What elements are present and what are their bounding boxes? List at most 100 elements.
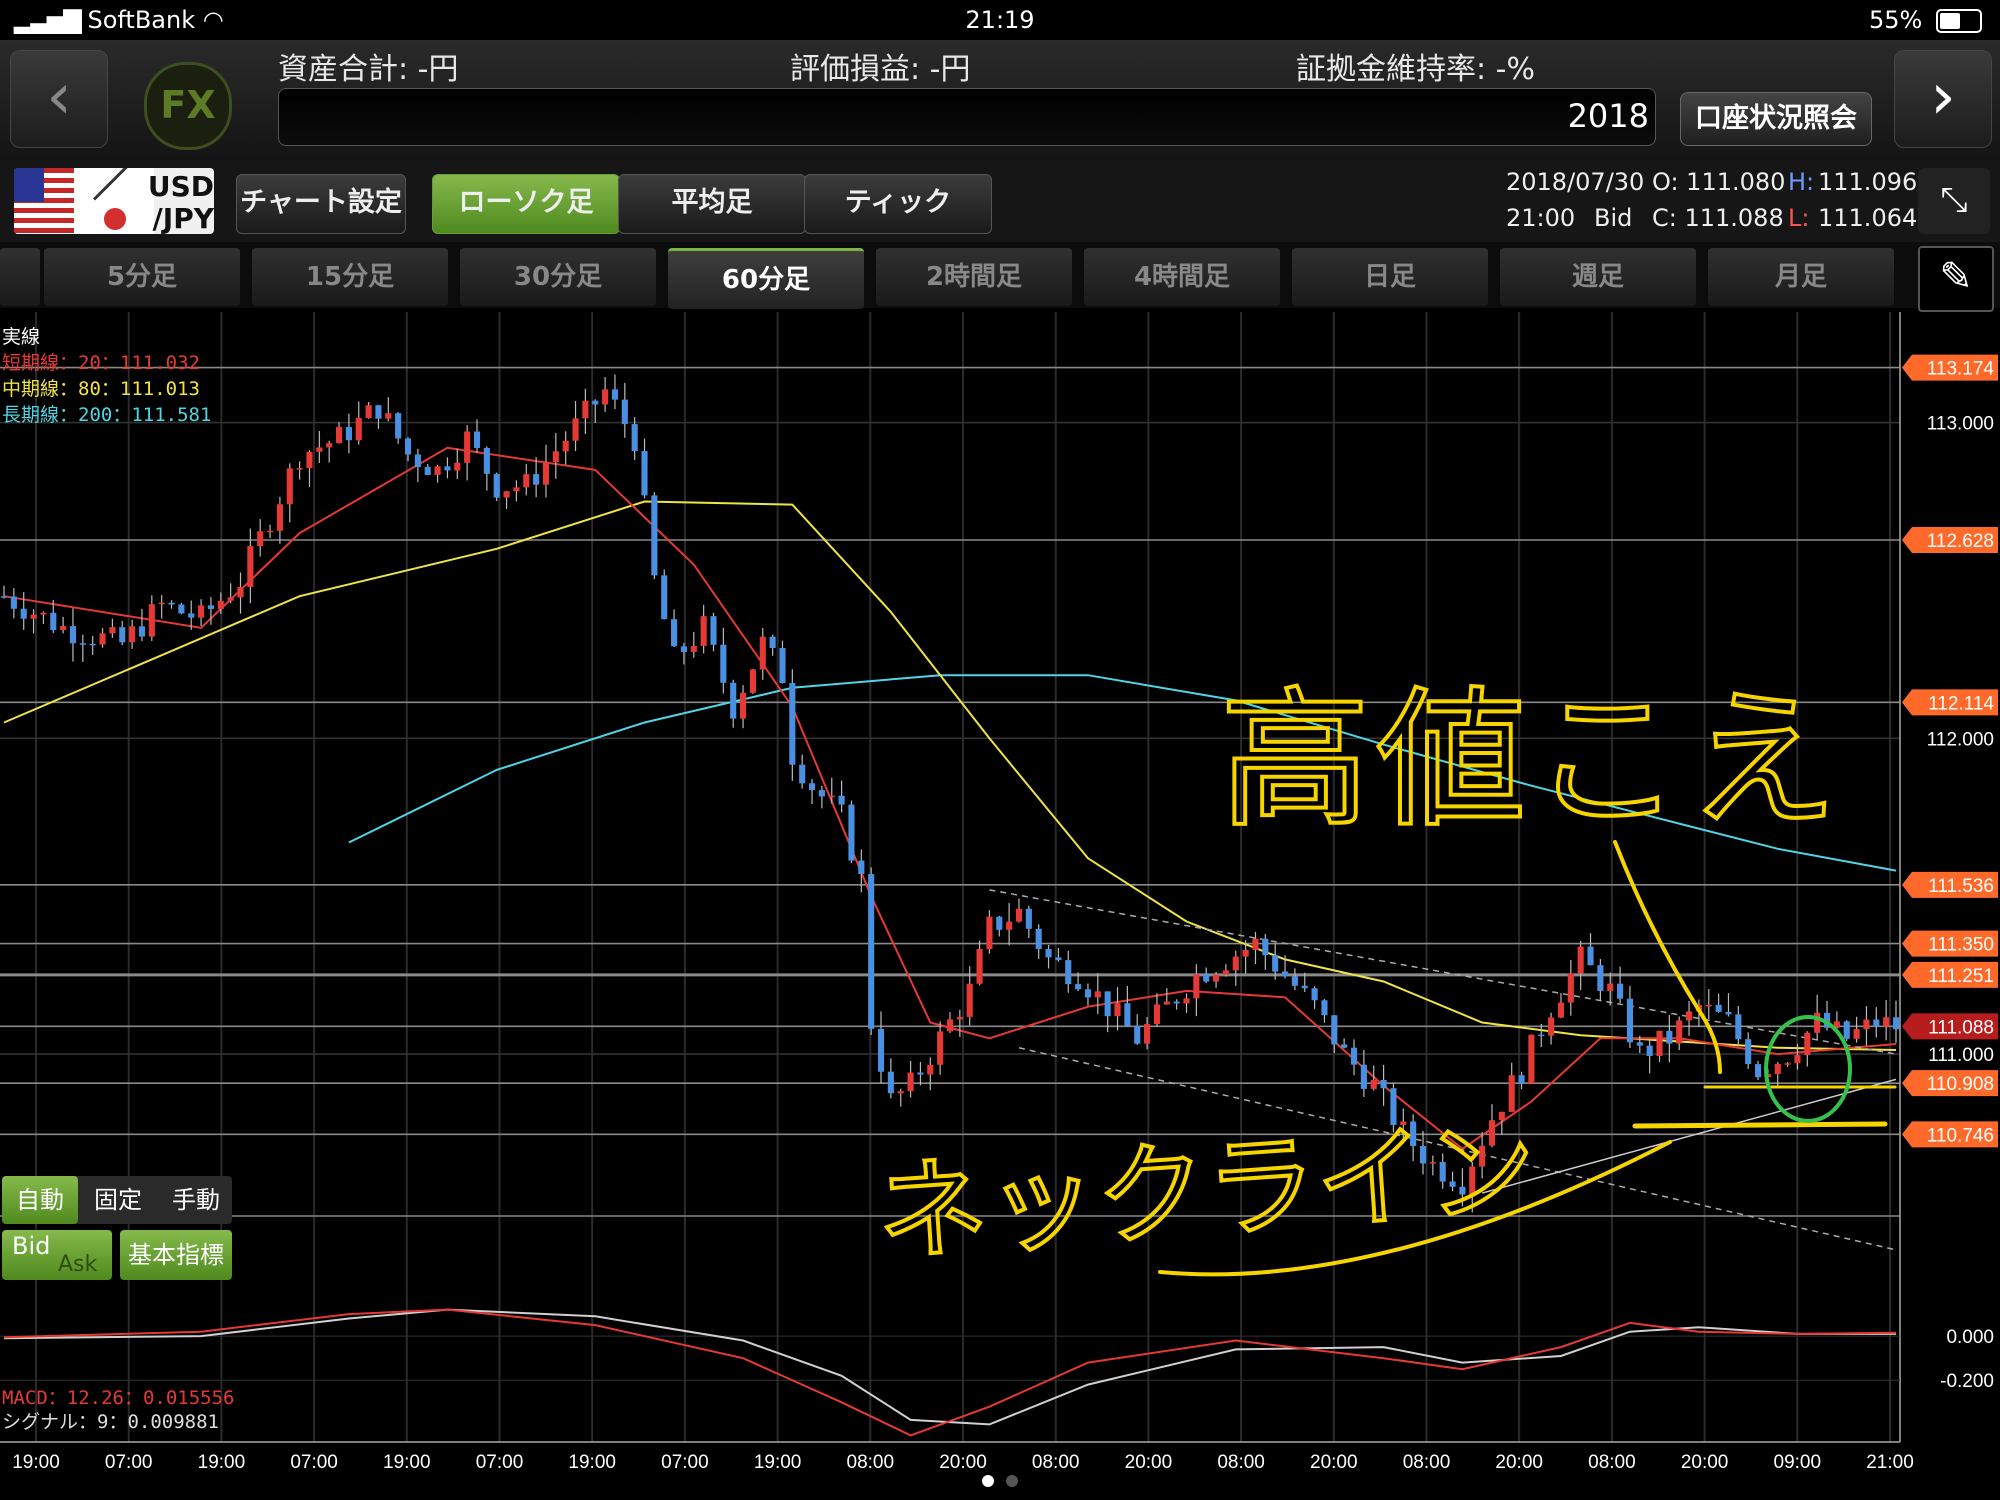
time-label: 19:00 [12,1452,60,1473]
candle-body [503,491,510,498]
candle-body [1301,985,1308,989]
candle-body [1380,1079,1387,1089]
candle-body [99,633,106,645]
bid-label: Bid [12,1232,51,1260]
candle-body [1272,955,1279,972]
candle-body [1597,965,1604,991]
candle-body [1518,1075,1525,1084]
candle-body [1686,1011,1693,1021]
candle-body [1528,1034,1535,1084]
page-indicator [0,1472,2000,1500]
candle-body [1617,983,1624,999]
mode-auto[interactable]: 自動 [2,1176,78,1224]
fx-logo: FX [144,62,232,150]
candle-body [1607,983,1614,991]
currency-pair-selector[interactable]: USD /JPY [14,168,214,234]
mode-fixed[interactable]: 固定 [80,1176,156,1224]
candle-body [631,424,638,452]
mode-manual[interactable]: 手動 [158,1176,234,1224]
candle-body [50,612,57,631]
account-header: ‹ FX 資産合計: -円 評価損益: -円 証拠金維持率: -% 2018 口… [0,40,2000,160]
candle-body [848,804,855,861]
ma-legend: 実線 短期線：20：111.032 中期線：80：111.013 長期線：200… [2,324,211,428]
legend-short-label: 短期線：20 [2,352,101,374]
candle-body [1104,991,1111,1017]
candle-body [0,596,8,598]
candle-body [1774,1063,1781,1075]
price-label: 111.350 [1928,935,1994,956]
candle-body [395,413,402,439]
price-label: 112.000 [1927,729,1994,750]
price-label: 111.251 [1928,966,1994,987]
candle-body [1666,1030,1673,1044]
legend-long-value: ：111.581 [112,404,212,426]
candle-body [1262,938,1269,956]
indicator-button[interactable]: 基本指標 [120,1230,232,1280]
account-status-button[interactable]: 口座状況照会 [1680,92,1872,146]
legend-short: 短期線：20：111.032 [2,350,211,376]
candle-body [1173,1001,1180,1004]
info-bar: 2018 [278,88,1656,146]
chart-settings-button[interactable]: チャート設定 [236,174,406,234]
candle-body [533,474,540,485]
macd-axis-label: -0.200 [1940,1371,1994,1392]
candle-body [877,1028,885,1072]
tab-5min[interactable]: 5分足 [44,248,240,306]
tab-60min[interactable]: 60分足 [668,248,864,309]
candle-body [1331,1015,1338,1045]
candle-body [828,795,835,798]
tab-daily[interactable]: 日足 [1292,248,1488,306]
price-label: 112.114 [1928,693,1994,714]
candle-body [582,400,589,419]
tab-15min[interactable]: 15分足 [252,248,448,306]
candle-body [1025,908,1032,929]
back-button[interactable]: ‹ [10,50,108,148]
ohlc-high-label: H: [1788,168,1815,196]
annotation-top-text: 高値こえ [1220,674,1844,848]
candle-body [178,604,185,614]
candle-body [404,438,412,455]
time-label: 07:00 [476,1452,524,1473]
candle-body [345,427,352,441]
candle-body [454,462,461,471]
pen-icon[interactable]: ✎ [1918,246,1994,312]
page-dot-active [982,1475,994,1487]
candle-body [1873,1019,1880,1027]
price-label: 111.088 [1928,1017,1994,1038]
candle-body [1035,928,1042,950]
candle-body [621,399,628,425]
ohlc-low-label: L: [1788,204,1810,232]
candle-body [1626,998,1633,1043]
tab-candlestick[interactable]: ローソク足 [432,174,620,234]
candle-body [158,602,165,605]
candle-body [326,443,333,448]
price-chart[interactable]: 高値こえネックライン 113.174113.000112.628112.1141… [0,312,2000,1476]
battery: 55% [1869,6,1982,34]
candle-body [907,1072,914,1092]
candle-body [779,647,786,684]
legend-mid-label: 中期線：80 [2,378,101,400]
tab-2h[interactable]: 2時間足 [876,248,1072,306]
tab-monthly[interactable]: 月足 [1708,248,1894,306]
candle-body [306,451,313,469]
candle-body [572,418,579,441]
tab-weekly[interactable]: 週足 [1500,248,1696,306]
time-label: 08:00 [1403,1452,1451,1473]
candle-body [316,447,323,452]
candle-body [1045,949,1052,958]
candle-body [257,531,264,547]
forward-button[interactable]: › [1894,50,1992,148]
time-label: 09:00 [1774,1452,1822,1473]
ohlc-time: 21:00 [1506,204,1576,232]
tab-heikin-ashi[interactable]: 平均足 [618,174,806,234]
candle-body [700,616,707,646]
tab-4h[interactable]: 4時間足 [1084,248,1280,306]
bid-ask-toggle[interactable]: Bid Ask [2,1230,112,1280]
ohlc-high: 111.096 [1818,168,1918,196]
tab-30min[interactable]: 30分足 [460,248,656,306]
collapse-arrows-icon[interactable]: ⤡ [1918,168,1990,234]
tab-tick[interactable]: ティック [804,174,992,234]
macd-legend-line: MACD：12.26：0.015556 [2,1386,234,1410]
price-label: 111.536 [1928,876,1994,897]
candle-body [602,389,609,405]
